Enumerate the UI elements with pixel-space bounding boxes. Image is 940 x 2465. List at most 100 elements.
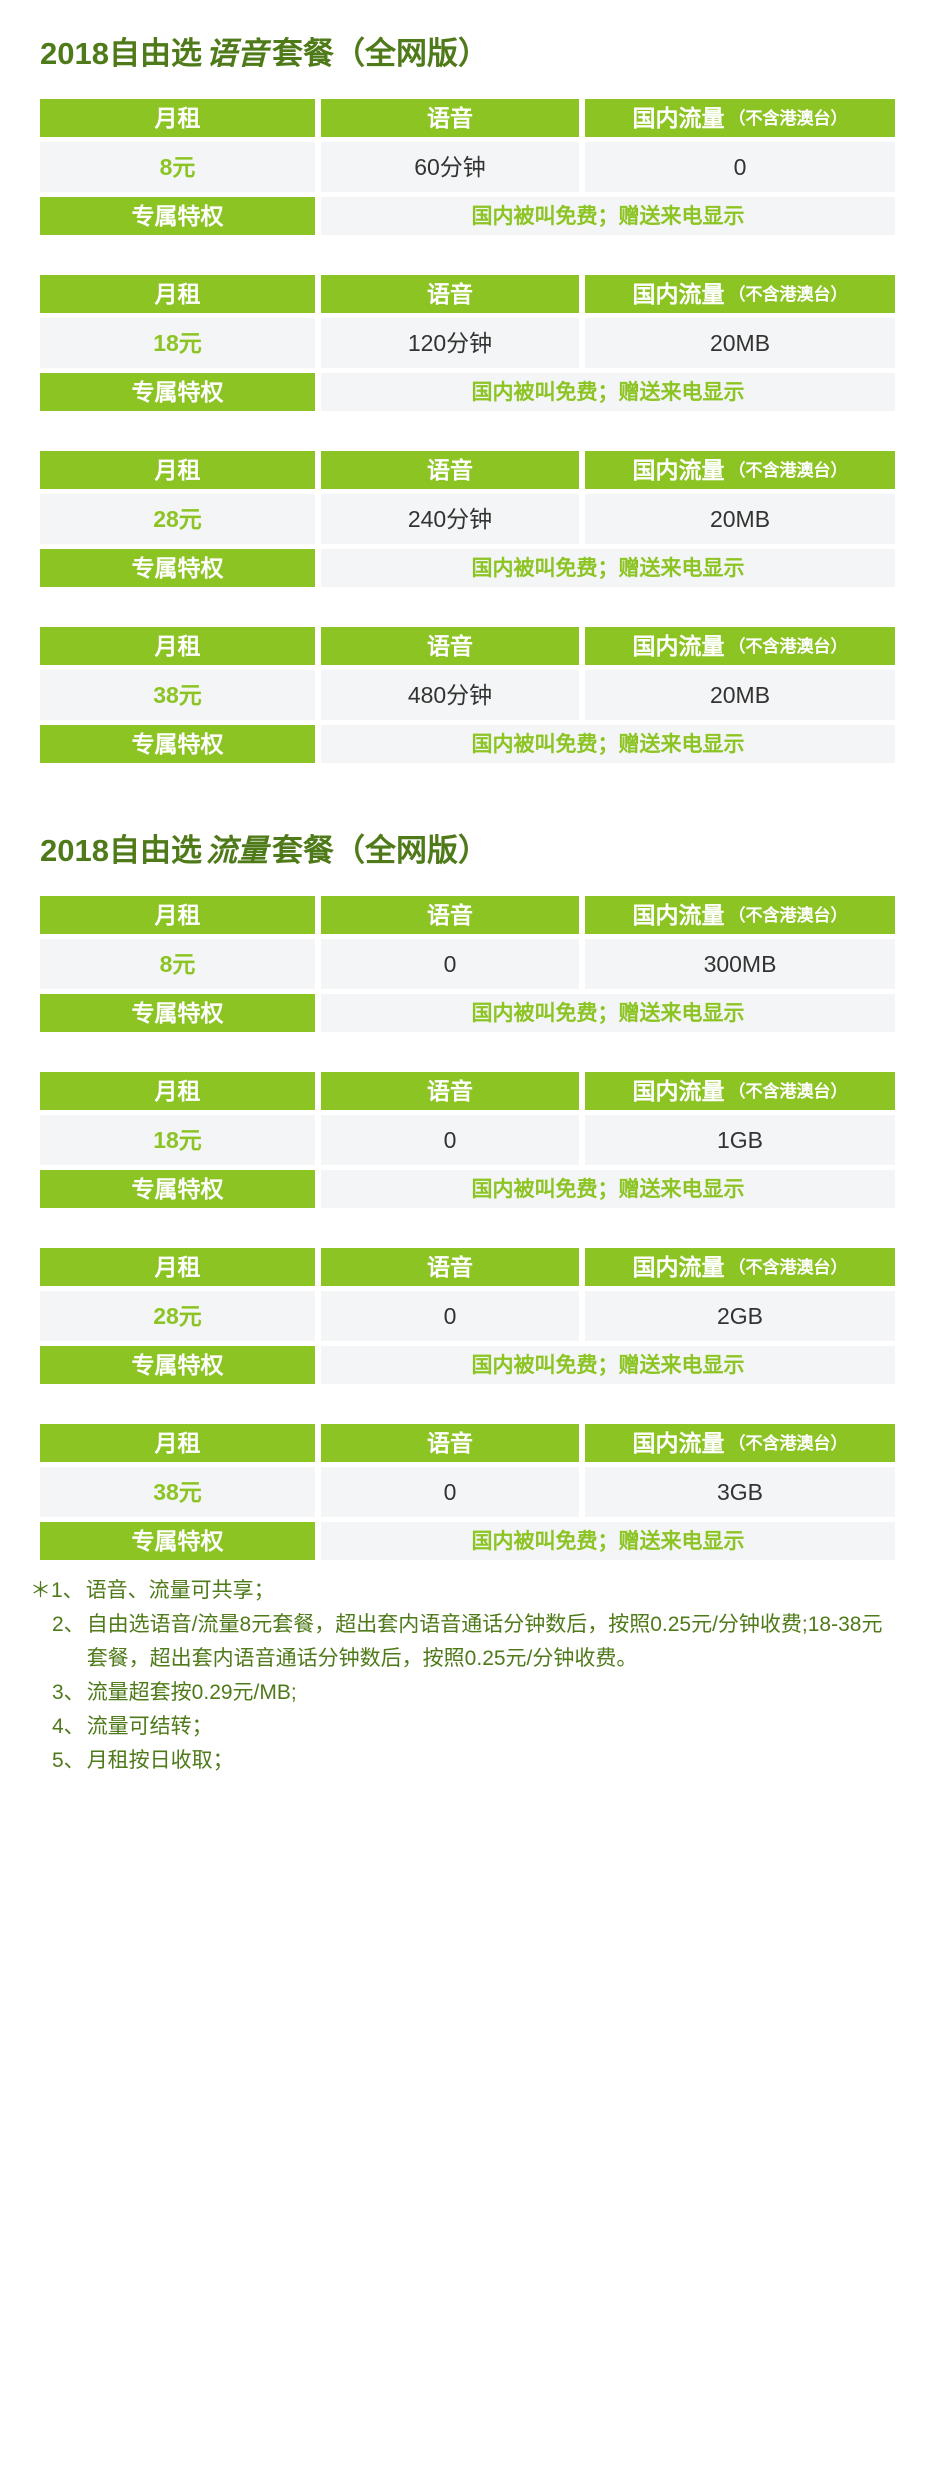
footnote-marker: 4、 (52, 1715, 85, 1739)
value-data: 0 (585, 142, 895, 192)
column-header-monthly-fee: 月租 (40, 99, 315, 137)
footnote-marker: 3、 (52, 1681, 85, 1705)
value-monthly-fee: 28元 (40, 494, 315, 544)
column-header-voice: 语音 (321, 99, 579, 137)
table-header-row: 月租 语音 国内流量 （不含港澳台） (40, 1424, 895, 1462)
privilege-value: 国内被叫免费；赠送来电显示 (321, 1346, 895, 1384)
privilege-label: 专属特权 (40, 1170, 315, 1208)
plan-table-voice-8: 月租 语音 国内流量 （不含港澳台） 8元 60分钟 0 专属特权 国内被叫免费；… (40, 99, 895, 235)
footnote-item: 3、 流量超套按0.29元/MB; (30, 1676, 940, 1710)
section-title-voice-prefix: 2018自由选 (40, 36, 202, 71)
plan-table-data-28: 月租 语音 国内流量 （不含港澳台） 28元 0 2GB 专属特权 国内被叫免费；… (40, 1248, 895, 1384)
column-header-data: 国内流量 （不含港澳台） (585, 1424, 895, 1462)
column-header-data: 国内流量 （不含港澳台） (585, 627, 895, 665)
footnote-text: 自由选语音/流量8元套餐，超出套内语音通话分钟数后，按照0.25元/分钟收费;1… (86, 1613, 883, 1671)
table-value-row: 8元 60分钟 0 (40, 142, 895, 192)
column-header-voice: 语音 (321, 1248, 579, 1286)
table-header-row: 月租 语音 国内流量 （不含港澳台） (40, 1072, 895, 1110)
footnote-item: 4、 流量可结转； (30, 1710, 940, 1744)
footnotes-list: ＊1、 语音、流量可共享； 2、 自由选语音/流量8元套餐，超出套内语音通话分钟… (30, 1574, 940, 1778)
table-header-row: 月租 语音 国内流量 （不含港澳台） (40, 627, 895, 665)
privilege-label: 专属特权 (40, 549, 315, 587)
table-value-row: 38元 0 3GB (40, 1467, 895, 1517)
plan-table-voice-38: 月租 语音 国内流量 （不含港澳台） 38元 480分钟 20MB 专属特权 国内… (40, 627, 895, 763)
value-monthly-fee: 38元 (40, 1467, 315, 1517)
plan-table-data-38: 月租 语音 国内流量 （不含港澳台） 38元 0 3GB 专属特权 国内被叫免费；… (40, 1424, 895, 1560)
column-header-data-sub: （不含港澳台） (728, 108, 848, 128)
table-privilege-row: 专属特权 国内被叫免费；赠送来电显示 (40, 994, 895, 1032)
value-data: 1GB (585, 1115, 895, 1165)
value-voice: 120分钟 (321, 318, 579, 368)
value-monthly-fee: 38元 (40, 670, 315, 720)
privilege-value: 国内被叫免费；赠送来电显示 (321, 549, 895, 587)
value-voice: 0 (321, 1291, 579, 1341)
value-monthly-fee: 18元 (40, 1115, 315, 1165)
table-value-row: 28元 0 2GB (40, 1291, 895, 1341)
section-title-voice-emphasis: 语音 (205, 36, 268, 71)
table-privilege-row: 专属特权 国内被叫免费；赠送来电显示 (40, 549, 895, 587)
column-header-voice: 语音 (321, 1072, 579, 1110)
column-header-voice: 语音 (321, 1424, 579, 1462)
privilege-value: 国内被叫免费；赠送来电显示 (321, 373, 895, 411)
value-data: 20MB (585, 494, 895, 544)
column-header-voice: 语音 (321, 275, 579, 313)
footnote-text: 语音、流量可共享； (85, 1579, 275, 1602)
table-privilege-row: 专属特权 国内被叫免费；赠送来电显示 (40, 373, 895, 411)
table-privilege-row: 专属特权 国内被叫免费；赠送来电显示 (40, 197, 895, 235)
section-title-voice: 2018自由选 语音 套餐（全网版） (40, 0, 940, 99)
footnote-text: 月租按日收取； (86, 1749, 234, 1773)
value-data: 2GB (585, 1291, 895, 1341)
column-header-data: 国内流量 （不含港澳台） (585, 1072, 895, 1110)
privilege-value: 国内被叫免费；赠送来电显示 (321, 725, 895, 763)
table-privilege-row: 专属特权 国内被叫免费；赠送来电显示 (40, 1170, 895, 1208)
value-voice: 0 (321, 939, 579, 989)
column-header-data-main: 国内流量 (632, 1253, 725, 1280)
table-header-row: 月租 语音 国内流量 （不含港澳台） (40, 1248, 895, 1286)
footnote-marker: 5、 (52, 1749, 85, 1773)
column-header-data-main: 国内流量 (632, 1429, 725, 1456)
privilege-label: 专属特权 (40, 1346, 315, 1384)
footnote-text: 流量可结转； (86, 1715, 213, 1739)
value-voice: 60分钟 (321, 142, 579, 192)
privilege-value: 国内被叫免费；赠送来电显示 (321, 197, 895, 235)
table-value-row: 28元 240分钟 20MB (40, 494, 895, 544)
value-voice: 0 (321, 1115, 579, 1165)
value-voice: 240分钟 (321, 494, 579, 544)
privilege-value: 国内被叫免费；赠送来电显示 (321, 1522, 895, 1560)
value-data: 3GB (585, 1467, 895, 1517)
table-header-row: 月租 语音 国内流量 （不含港澳台） (40, 896, 895, 934)
table-value-row: 18元 0 1GB (40, 1115, 895, 1165)
table-value-row: 38元 480分钟 20MB (40, 670, 895, 720)
column-header-data: 国内流量 （不含港澳台） (585, 451, 895, 489)
column-header-data-sub: （不含港澳台） (728, 460, 848, 480)
privilege-value: 国内被叫免费；赠送来电显示 (321, 994, 895, 1032)
value-data: 300MB (585, 939, 895, 989)
column-header-data: 国内流量 （不含港澳台） (585, 896, 895, 934)
section-title-data-prefix: 2018自由选 (40, 833, 202, 868)
privilege-label: 专属特权 (40, 725, 315, 763)
footnote-marker: ＊1、 (30, 1579, 84, 1602)
footnote-item: 5、 月租按日收取； (30, 1744, 940, 1778)
table-value-row: 8元 0 300MB (40, 939, 895, 989)
column-header-monthly-fee: 月租 (40, 451, 315, 489)
column-header-data: 国内流量 （不含港澳台） (585, 99, 895, 137)
column-header-data-main: 国内流量 (632, 632, 725, 659)
table-privilege-row: 专属特权 国内被叫免费；赠送来电显示 (40, 1522, 895, 1560)
footnote-marker: 2、 (52, 1613, 85, 1637)
column-header-monthly-fee: 月租 (40, 275, 315, 313)
privilege-label: 专属特权 (40, 373, 315, 411)
value-data: 20MB (585, 318, 895, 368)
column-header-monthly-fee: 月租 (40, 896, 315, 934)
column-header-data-main: 国内流量 (632, 280, 725, 307)
column-header-monthly-fee: 月租 (40, 627, 315, 665)
value-monthly-fee: 18元 (40, 318, 315, 368)
value-monthly-fee: 8元 (40, 142, 315, 192)
section-title-data-suffix: 套餐（全网版） (271, 833, 489, 868)
column-header-data-sub: （不含港澳台） (728, 284, 848, 304)
footnote-item: 2、 自由选语音/流量8元套餐，超出套内语音通话分钟数后，按照0.25元/分钟收… (30, 1608, 940, 1676)
column-header-data-sub: （不含港澳台） (728, 1433, 848, 1453)
table-value-row: 18元 120分钟 20MB (40, 318, 895, 368)
column-header-monthly-fee: 月租 (40, 1424, 315, 1462)
column-header-data-sub: （不含港澳台） (728, 1257, 848, 1277)
footnote-item: ＊1、 语音、流量可共享； (30, 1574, 940, 1608)
